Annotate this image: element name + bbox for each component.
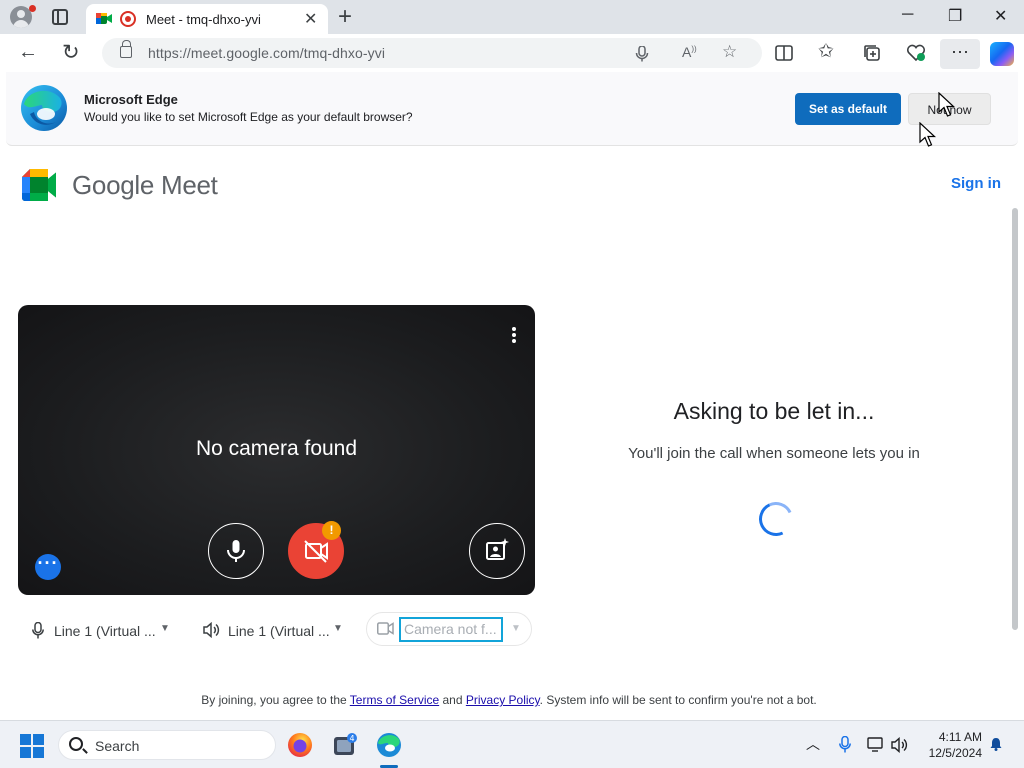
taskbar-search-label: Search (95, 738, 140, 754)
more-options-icon[interactable] (504, 325, 524, 345)
svg-text:4: 4 (349, 734, 354, 743)
url-text[interactable]: https://meet.google.com/tmq-dhxo-yvi (148, 45, 385, 61)
tab-actions-icon[interactable] (52, 9, 68, 25)
camera-warning-badge: ! (322, 521, 341, 540)
terms-notice: By joining, you agree to the Terms of Se… (201, 693, 817, 707)
camera-select-value[interactable]: Camera not f... (399, 617, 503, 642)
clock-time: 4:11 AM (938, 730, 982, 744)
volume-icon[interactable] (891, 737, 909, 753)
tab-title: Meet - tmq-dhxo-yvi (146, 12, 261, 27)
mouse-cursor-icon (919, 122, 937, 147)
new-tab-icon[interactable]: + (338, 3, 352, 31)
chevron-down-icon: ▼ (160, 623, 170, 634)
speaker-icon (203, 622, 220, 638)
clock-date: 12/5/2024 (928, 746, 982, 760)
chevron-up-icon[interactable]: ︿ (806, 734, 820, 754)
microphone-select[interactable]: Line 1 (Virtual ... ▼ (32, 616, 182, 648)
favorites-icon[interactable]: ✩ (818, 40, 834, 63)
tab-meet[interactable]: Meet - tmq-dhxo-yvi ✕ (86, 4, 328, 34)
edge-taskbar-icon[interactable] (375, 731, 403, 759)
collections-icon[interactable] (863, 44, 881, 62)
chevron-down-icon: ▼ (333, 623, 343, 634)
microphone-toggle-button[interactable] (208, 523, 264, 579)
speaker-select[interactable]: Line 1 (Virtual ... ▼ (203, 616, 353, 648)
privacy-policy-link[interactable]: Privacy Policy (466, 693, 540, 707)
sign-in-link[interactable]: Sign in (951, 175, 1001, 192)
asking-title: Asking to be let in... (673, 398, 875, 424)
windows-start-icon[interactable] (20, 734, 44, 758)
windows-taskbar: Search 4 ︿ 4:11 AM 12/5/2024 (0, 720, 1024, 768)
site-info-lock-icon[interactable] (120, 40, 132, 58)
microphone-in-use-icon[interactable] (839, 736, 851, 753)
notification-dot-icon (29, 5, 36, 12)
window-close-icon[interactable]: ✕ (994, 6, 1007, 26)
meet-favicon-icon (96, 13, 112, 24)
camera-preview: No camera found ! ··· (18, 305, 535, 595)
restore-icon[interactable]: ❐ (948, 6, 962, 26)
infobar-message: Would you like to set Microsoft Edge as … (84, 110, 413, 124)
chevron-down-icon: ▼ (511, 623, 521, 634)
google-meet-title: Google Meet (72, 170, 218, 200)
visual-effects-button[interactable] (469, 523, 525, 579)
read-aloud-icon[interactable]: A)) (682, 44, 697, 60)
microphone-select-value: Line 1 (Virtual ... (54, 623, 156, 639)
minimize-icon[interactable]: ─ (902, 6, 913, 24)
back-arrow-icon[interactable]: ← (18, 41, 38, 64)
app-teams-icon[interactable]: 4 (331, 731, 359, 759)
split-screen-icon[interactable] (775, 45, 793, 61)
tab-close-icon[interactable]: ✕ (304, 9, 317, 29)
browser-toolbar: ← ↻ https://meet.google.com/tmq-dhxo-yvi… (0, 34, 1024, 72)
search-icon (69, 737, 83, 751)
address-bar[interactable]: https://meet.google.com/tmq-dhxo-yvi A))… (102, 38, 762, 68)
browser-essentials-icon[interactable] (906, 44, 926, 62)
tab-strip: Meet - tmq-dhxo-yvi ✕ + ─ ❐ ✕ (0, 0, 1024, 34)
microphone-icon[interactable] (635, 46, 649, 62)
effects-icon (485, 537, 509, 560)
microphone-icon (226, 539, 245, 562)
loading-spinner-icon (754, 497, 798, 541)
speaker-select-value: Line 1 (Virtual ... (228, 623, 330, 639)
recording-indicator-icon (120, 11, 136, 27)
copilot-icon[interactable] (990, 42, 1014, 66)
firefox-icon[interactable] (286, 731, 314, 759)
terms-of-service-link[interactable]: Terms of Service (350, 693, 439, 707)
camera-select[interactable]: Camera not f... ▼ (366, 612, 532, 646)
infobar-title: Microsoft Edge (84, 92, 178, 107)
system-clock[interactable]: 4:11 AM 12/5/2024 (918, 729, 982, 761)
google-meet-logo-icon (22, 169, 56, 201)
edge-logo-icon (21, 85, 67, 131)
set-as-default-button[interactable]: Set as default (795, 93, 901, 125)
asking-subtitle: You'll join the call when someone lets y… (628, 445, 920, 462)
notification-bell-icon[interactable] (989, 737, 1003, 751)
favorite-star-icon[interactable]: ☆ (722, 42, 737, 62)
video-camera-icon (377, 622, 394, 635)
page-scrollbar[interactable] (1012, 208, 1018, 630)
default-browser-infobar: Microsoft Edge Would you like to set Mic… (6, 72, 1018, 146)
refresh-icon[interactable]: ↻ (62, 40, 80, 65)
microphone-icon (32, 622, 44, 639)
taskbar-search-box[interactable]: Search (58, 730, 276, 760)
network-icon[interactable] (867, 737, 885, 752)
no-camera-message: No camera found (195, 437, 358, 460)
settings-more-icon[interactable]: ··· (940, 39, 980, 69)
more-effects-icon[interactable]: ··· (35, 554, 61, 580)
meet-page: Google Meet Sign in No camera found ! ··… (4, 150, 1014, 716)
mouse-cursor-icon (938, 92, 956, 117)
